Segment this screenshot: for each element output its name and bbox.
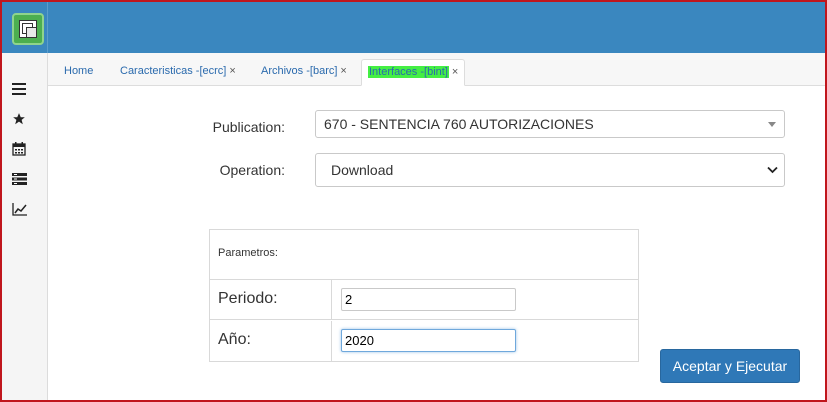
caret-down-icon	[768, 122, 776, 127]
table-row: Año:	[210, 321, 638, 361]
parameters-table: Parametros: Periodo: Año:	[209, 229, 639, 362]
submit-button[interactable]: Aceptar y Ejecutar	[660, 349, 800, 383]
anio-label: Año:	[218, 331, 251, 348]
periodo-input[interactable]	[341, 288, 516, 311]
logo-area[interactable]	[2, 2, 48, 53]
star-icon[interactable]	[10, 110, 28, 128]
tab-archivos[interactable]: Archivos -[barc] ×	[255, 59, 353, 86]
close-icon[interactable]: ×	[340, 65, 346, 77]
main-content: Publication: 670 - SENTENCIA 760 AUTORIZ…	[49, 86, 825, 400]
table-row: Periodo:	[210, 280, 638, 320]
anio-input[interactable]	[341, 329, 516, 352]
tab-caracteristicas[interactable]: Caracteristicas -[ecrc] ×	[114, 59, 242, 86]
tab-bar: Home Caracteristicas -[ecrc] × Archivos -…	[48, 53, 825, 86]
close-icon[interactable]: ×	[229, 65, 235, 77]
menu-icon[interactable]	[10, 80, 28, 98]
parameters-header: Parametros:	[210, 230, 638, 280]
list-icon[interactable]	[10, 170, 28, 188]
tab-home[interactable]: Home	[58, 59, 99, 86]
sidebar	[2, 53, 48, 400]
app-window: Home Caracteristicas -[ecrc] × Archivos -…	[0, 0, 827, 402]
operation-label: Operation:	[219, 162, 285, 178]
calendar-icon[interactable]	[10, 140, 28, 158]
publication-label: Publication:	[212, 119, 285, 135]
top-bar	[2, 2, 825, 53]
app-logo-icon[interactable]	[12, 13, 44, 45]
close-icon[interactable]: ×	[452, 66, 458, 78]
chart-icon[interactable]	[10, 200, 28, 218]
operation-select[interactable]: Download	[315, 153, 785, 187]
publication-select[interactable]: 670 - SENTENCIA 760 AUTORIZACIONES	[315, 110, 785, 138]
tab-interfaces[interactable]: Interfaces -[bint] ×	[361, 59, 466, 86]
chevron-down-icon	[767, 166, 778, 174]
periodo-label: Periodo:	[218, 290, 278, 307]
